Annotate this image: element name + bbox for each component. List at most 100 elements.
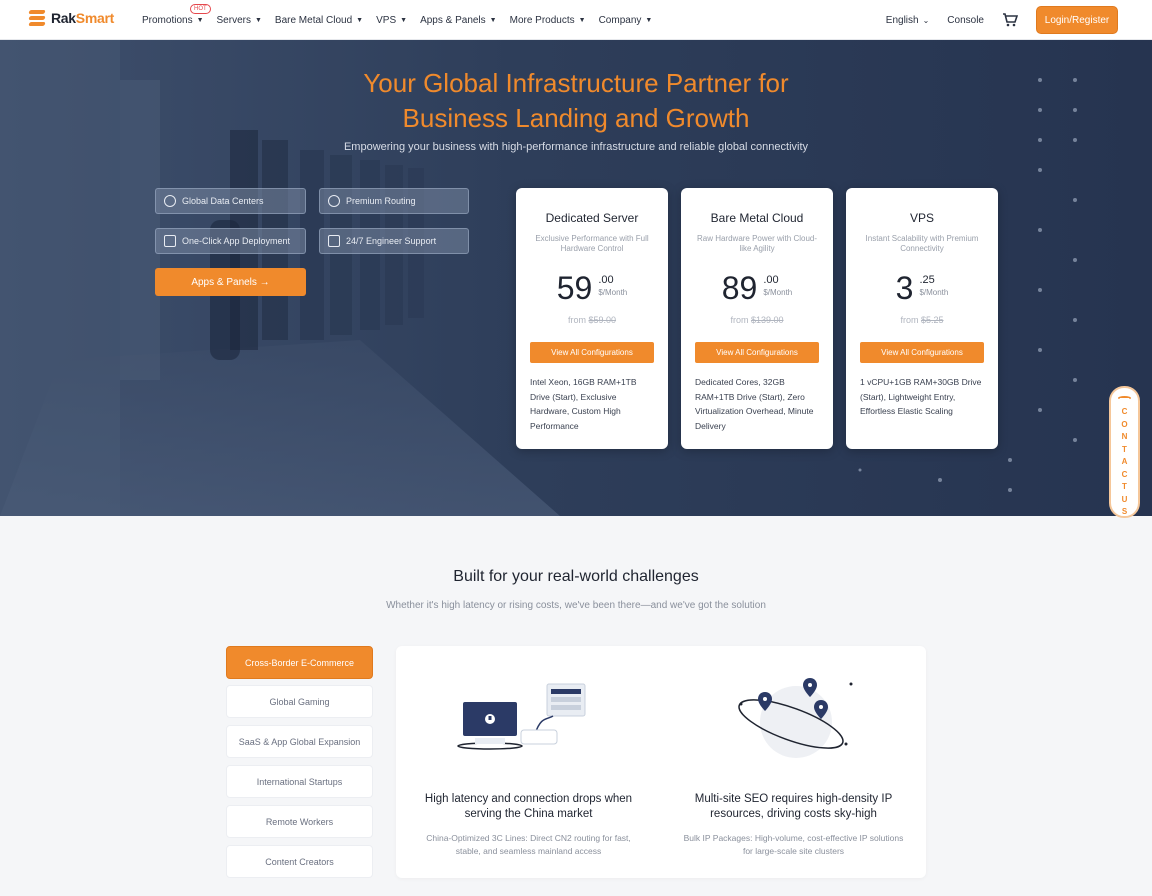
language-selector[interactable]: English ⌄ bbox=[886, 15, 930, 26]
menu-item-company[interactable]: Company ▼ bbox=[599, 15, 653, 26]
feature-label: Global Data Centers bbox=[182, 196, 264, 206]
product-card-vps: VPS Instant Scalability with Premium Con… bbox=[846, 188, 998, 449]
globe-icon bbox=[164, 195, 176, 207]
view-configurations-button[interactable]: View All Configurations bbox=[860, 342, 984, 363]
feature-one-click-deploy: One-Click App Deployment bbox=[155, 228, 306, 254]
original-price: from $5.25 bbox=[846, 315, 998, 325]
main-menu: Promotions ▼ HOT Servers ▼ Bare Metal Clou… bbox=[142, 0, 665, 40]
chevron-down-icon: ▼ bbox=[645, 16, 653, 24]
cart-icon[interactable] bbox=[1002, 13, 1019, 27]
price-integer: 59 bbox=[556, 270, 593, 306]
apps-panels-button[interactable]: Apps & Panels → bbox=[155, 268, 306, 296]
price-unit: $/Month bbox=[763, 288, 793, 297]
nav-right: English ⌄ Console Login/Register bbox=[886, 5, 1118, 35]
menu-item-promotions[interactable]: Promotions ▼ HOT bbox=[142, 3, 211, 26]
price-unit: $/Month bbox=[598, 288, 628, 297]
card-specs: Intel Xeon, 16GB RAM+1TB Drive (Start), … bbox=[530, 377, 637, 431]
original-price: from $59.00 bbox=[516, 315, 668, 325]
globe-pins-illustration bbox=[738, 678, 853, 758]
card-title: Bare Metal Cloud bbox=[710, 211, 804, 225]
card-price: 89 .00 $/Month bbox=[681, 270, 833, 306]
old-price: $139.00 bbox=[750, 315, 784, 325]
menu-item-vps[interactable]: VPS ▼ bbox=[376, 15, 407, 26]
logo-icon bbox=[27, 8, 47, 28]
menu-item-label: Company bbox=[598, 14, 642, 26]
feature-engineer-support: 24/7 Engineer Support bbox=[319, 228, 469, 254]
tab-cross-border-ecommerce[interactable]: Cross-Border E-Commerce bbox=[226, 646, 373, 679]
view-configurations-button[interactable]: View All Configurations bbox=[695, 342, 819, 363]
tab-remote-workers[interactable]: Remote Workers bbox=[226, 805, 373, 838]
menu-item-bare-metal-cloud[interactable]: Bare Metal Cloud ▼ bbox=[275, 15, 363, 26]
logo[interactable]: RakSmart bbox=[27, 8, 114, 28]
menu-item-servers[interactable]: Servers ▼ bbox=[217, 15, 262, 26]
section-subtitle: Whether it's high latency or rising cost… bbox=[386, 600, 766, 611]
tab-content-creators[interactable]: Content Creators bbox=[226, 845, 373, 878]
contact-us-tab[interactable]: C O N T A C T U S bbox=[1109, 386, 1140, 518]
menu-item-label: More Products bbox=[509, 14, 575, 26]
card-price: 3 .25 $/Month bbox=[846, 270, 998, 306]
console-link[interactable]: Console bbox=[947, 15, 984, 26]
menu-item-label: Promotions bbox=[142, 14, 193, 26]
challenge-panel: High latency and connection drops when s… bbox=[396, 646, 926, 878]
card-description: Instant Scalability with Premium Connect… bbox=[865, 234, 979, 253]
contact-letter: U bbox=[1121, 494, 1128, 504]
contact-letter: C bbox=[1121, 469, 1128, 479]
chevron-down-icon: ▼ bbox=[578, 16, 586, 24]
feature-premium-routing: Premium Routing bbox=[319, 188, 469, 214]
product-card-dedicated-server: Dedicated Server Exclusive Performance w… bbox=[516, 188, 668, 449]
chevron-down-icon: ▼ bbox=[254, 16, 262, 24]
tab-saas-app-expansion[interactable]: SaaS & App Global Expansion bbox=[226, 725, 373, 758]
price-decimal: .00 bbox=[763, 274, 779, 286]
logo-text: RakSmart bbox=[51, 10, 114, 26]
menu-item-label: Servers bbox=[216, 14, 251, 26]
view-configurations-button[interactable]: View All Configurations bbox=[530, 342, 654, 363]
login-register-button[interactable]: Login/Register bbox=[1036, 6, 1118, 34]
chevron-down-icon: ⌄ bbox=[922, 15, 930, 25]
headset-icon bbox=[1118, 396, 1131, 400]
section-title: Built for your real-world challenges bbox=[453, 568, 699, 585]
price-integer: 3 bbox=[895, 270, 914, 306]
from-label: from bbox=[900, 315, 919, 325]
challenge-column: Multi-site SEO requires high-density IP … bbox=[661, 646, 926, 878]
from-label: from bbox=[730, 315, 749, 325]
card-title: VPS bbox=[909, 211, 934, 225]
original-price: from $139.00 bbox=[681, 315, 833, 325]
challenge-column: High latency and connection drops when s… bbox=[396, 646, 661, 878]
card-specs: Dedicated Cores, 32GB RAM+1TB Drive (Sta… bbox=[695, 377, 814, 431]
language-label: English bbox=[885, 14, 919, 26]
from-label: from bbox=[567, 315, 586, 325]
tab-international-startups[interactable]: International Startups bbox=[226, 765, 373, 798]
menu-item-label: Bare Metal Cloud bbox=[274, 14, 353, 26]
challenge-solution: China-Optimized 3C Lines: Direct CN2 rou… bbox=[426, 833, 631, 856]
old-price: $5.25 bbox=[920, 315, 944, 325]
top-nav: RakSmart Promotions ▼ HOT Servers ▼ Bare M… bbox=[0, 0, 1152, 40]
tab-global-gaming[interactable]: Global Gaming bbox=[226, 685, 373, 718]
menu-item-more-products[interactable]: More Products ▼ bbox=[510, 15, 586, 26]
price-unit: $/Month bbox=[919, 288, 949, 297]
hot-badge: HOT bbox=[190, 3, 211, 14]
contact-letter: C bbox=[1121, 407, 1128, 416]
price-decimal: .00 bbox=[598, 274, 614, 286]
feature-label: Premium Routing bbox=[346, 196, 416, 206]
contact-letter: S bbox=[1121, 507, 1128, 516]
hero-title-line: Business Landing and Growth bbox=[402, 103, 750, 133]
contact-letter: N bbox=[1121, 432, 1128, 441]
old-price: $59.00 bbox=[588, 315, 617, 325]
challenge-title: High latency and connection drops when s… bbox=[424, 793, 633, 820]
card-description: Raw Hardware Power with Cloud-like Agili… bbox=[696, 234, 818, 253]
product-card-bare-metal-cloud: Bare Metal Cloud Raw Hardware Power with… bbox=[681, 188, 833, 449]
contact-letter: T bbox=[1122, 482, 1127, 491]
price-integer: 89 bbox=[721, 270, 758, 306]
challenge-solution: Bulk IP Packages: High-volume, cost-effe… bbox=[683, 833, 904, 856]
card-price: 59 .00 $/Month bbox=[516, 270, 668, 306]
chevron-down-icon: ▼ bbox=[489, 16, 497, 24]
contact-letter: O bbox=[1121, 419, 1128, 429]
feature-label: 24/7 Engineer Support bbox=[346, 236, 437, 246]
hero-subtitle: Empowering your business with high-perfo… bbox=[343, 141, 809, 153]
contact-us-label: C O N T A C T U S bbox=[1121, 406, 1127, 519]
menu-item-apps-panels[interactable]: Apps & Panels ▼ bbox=[420, 15, 497, 26]
challenge-title: Multi-site SEO requires high-density IP … bbox=[694, 793, 893, 820]
price-decimal: .25 bbox=[919, 274, 935, 286]
chevron-down-icon: ▼ bbox=[196, 16, 204, 24]
hero-section: Your Global Infrastructure Partner for B… bbox=[0, 40, 1152, 516]
